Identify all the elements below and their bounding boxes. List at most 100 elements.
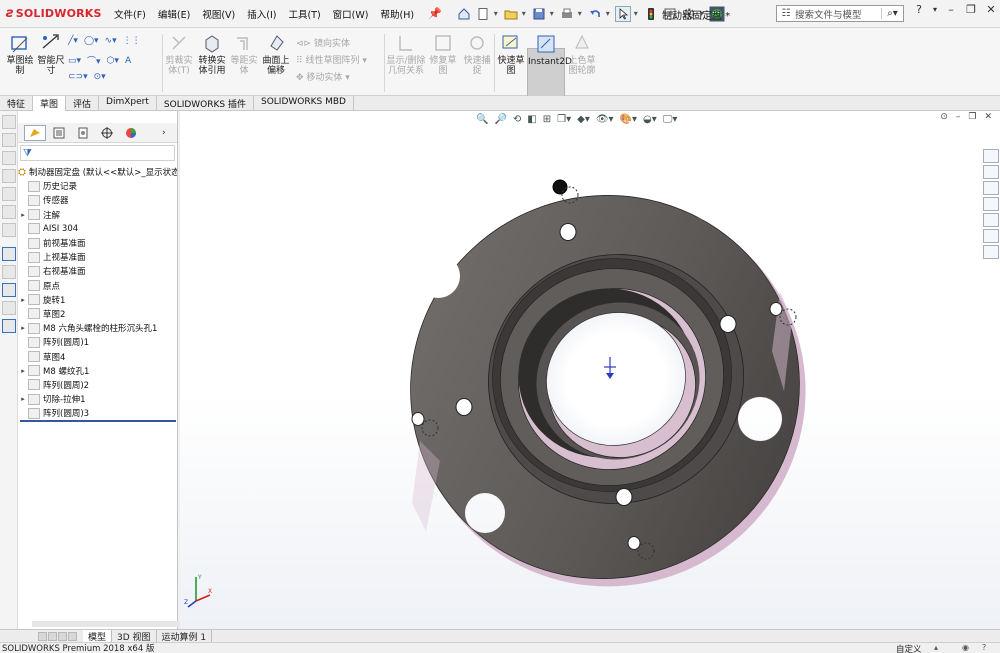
next-tab-icon[interactable]	[58, 631, 67, 641]
menu-insert[interactable]: 插入(I)	[241, 7, 282, 21]
chevron-down-icon[interactable]: ▾	[494, 9, 500, 18]
display-manager-tab-icon[interactable]	[120, 125, 142, 141]
expand-arrow-icon[interactable]: ▸	[18, 211, 28, 219]
relations-button[interactable]: 显示/删除 几何关系	[386, 32, 426, 76]
tree-item[interactable]: 阵列(圆周)2	[18, 378, 177, 392]
expand-arrow-icon[interactable]: ▸	[18, 395, 28, 403]
search-scope-icon[interactable]: ☷	[777, 8, 795, 19]
app-logo[interactable]: ƨ SOLIDWORKS	[0, 6, 108, 21]
last-tab-icon[interactable]	[68, 631, 77, 641]
view-palette-icon[interactable]	[983, 197, 999, 211]
panel-horizontal-scrollbar[interactable]	[32, 621, 182, 627]
search-box[interactable]: ☷ 搜索文件与模型 ⌕▾	[776, 5, 904, 22]
chevron-down-icon[interactable]: ▾	[578, 9, 584, 18]
tree-item[interactable]: 草图4	[18, 349, 177, 363]
graphics-area[interactable]: 🔍 🔎 ⟲ ◧ ⊞ ❒▾ ◆▾ 👁▾ 🎨▾ ◒▾ 🖵▾ ⊙ – ❐ ✕ Y X …	[180, 111, 1000, 629]
strip-tool-icon[interactable]	[2, 301, 16, 315]
line-icon[interactable]: ╱▾	[68, 36, 78, 46]
chevron-down-icon[interactable]: ▾	[932, 5, 938, 14]
forum-icon[interactable]	[983, 245, 999, 259]
repair-sketch-button[interactable]: 修复草 图	[428, 32, 458, 76]
point-icon[interactable]: ⊙▾	[94, 72, 106, 82]
chevron-down-icon[interactable]: ▾	[606, 9, 612, 18]
custom-properties-icon[interactable]	[983, 229, 999, 243]
strip-tool-icon[interactable]	[2, 115, 16, 129]
arc-icon[interactable]: ⌒▾	[87, 54, 101, 67]
mirror-entities-button[interactable]: ⊲⊳ 镜向实体	[296, 36, 350, 49]
tree-filter[interactable]: ⧩	[20, 145, 175, 161]
convert-entities-button[interactable]: 转换实 体引用	[196, 32, 228, 76]
print-icon[interactable]	[559, 6, 575, 22]
strip-tool-icon[interactable]	[2, 223, 16, 237]
strip-tool-icon[interactable]	[2, 187, 16, 201]
home-icon[interactable]	[456, 6, 472, 22]
menu-tools[interactable]: 工具(T)	[282, 7, 326, 21]
tree-item[interactable]: AISI 304	[18, 222, 177, 236]
tree-item[interactable]: 历史记录	[18, 179, 177, 193]
part-model[interactable]	[180, 111, 1000, 629]
tab-model[interactable]: 模型	[83, 629, 113, 643]
tree-root-part[interactable]: ⛭ 制动器固定盘 (默认<<默认>_显示状态	[18, 165, 177, 179]
strip-tool-icon[interactable]	[2, 283, 16, 297]
tree-item[interactable]: 上视基准面	[18, 250, 177, 264]
tree-item[interactable]: 右视基准面	[18, 264, 177, 278]
slot-icon[interactable]: ⊂⊃▾	[68, 72, 88, 82]
tree-item[interactable]: 传感器	[18, 193, 177, 207]
chevron-down-icon[interactable]: ▾	[522, 9, 528, 18]
pin-menu-icon[interactable]: 📌	[428, 7, 442, 20]
tab-sketch[interactable]: 草图	[33, 96, 67, 111]
tab-features[interactable]: 特征	[0, 96, 34, 111]
help-status-icon[interactable]: ?	[982, 643, 986, 652]
close-icon[interactable]: ✕	[984, 3, 998, 16]
expand-arrow-icon[interactable]: ▸	[18, 367, 28, 375]
move-entities-button[interactable]: ✥ 移动实体 ▾	[296, 70, 350, 83]
restore-icon[interactable]: ❐	[964, 3, 978, 16]
tree-item[interactable]: 前视基准面	[18, 236, 177, 250]
rollback-bar[interactable]	[20, 420, 176, 423]
trim-entities-button[interactable]: 剪裁实 体(T)	[164, 32, 194, 76]
tab-addins[interactable]: SOLIDWORKS 插件	[157, 96, 254, 111]
expand-arrow-icon[interactable]: ▸	[18, 296, 28, 304]
strip-tool-icon[interactable]	[2, 151, 16, 165]
offset-on-surface-button[interactable]: 曲面上 偏移	[260, 32, 292, 76]
tab-3d-views[interactable]: 3D 视图	[112, 629, 157, 643]
minimize-icon[interactable]: –	[944, 3, 958, 16]
tree-item[interactable]: 草图2	[18, 307, 177, 321]
menu-view[interactable]: 视图(V)	[196, 7, 241, 21]
strip-tool-icon[interactable]	[2, 265, 16, 279]
configuration-manager-tab-icon[interactable]	[72, 125, 94, 141]
file-explorer-icon[interactable]	[983, 181, 999, 195]
tree-item[interactable]: ▸ M8 螺纹孔1	[18, 364, 177, 378]
strip-tool-icon[interactable]	[2, 205, 16, 219]
strip-tool-icon[interactable]	[2, 247, 16, 261]
previous-tab-icon[interactable]	[48, 631, 57, 641]
tab-motion-study[interactable]: 运动算例 1	[157, 629, 213, 643]
tab-evaluate[interactable]: 评估	[66, 96, 100, 111]
resources-home-icon[interactable]	[983, 149, 999, 163]
chevron-down-icon[interactable]: ▾	[634, 9, 640, 18]
tree-item[interactable]: ▸ M8 六角头螺栓的柱形沉头孔1	[18, 321, 177, 335]
spline-icon[interactable]: ∿▾	[105, 36, 117, 46]
appearances-icon[interactable]	[983, 213, 999, 227]
strip-tool-icon[interactable]	[2, 133, 16, 147]
unit-system[interactable]: 自定义	[896, 643, 922, 653]
property-manager-tab-icon[interactable]	[48, 125, 70, 141]
tree-item[interactable]: ▸ 注解	[18, 208, 177, 222]
menu-help[interactable]: 帮助(H)	[374, 7, 420, 21]
open-folder-icon[interactable]	[503, 6, 519, 22]
tree-item[interactable]: 阵列(圆周)1	[18, 335, 177, 349]
save-icon[interactable]	[531, 6, 547, 22]
polygon-icon[interactable]: ⬡▾	[107, 56, 119, 66]
smart-dimension-button[interactable]: 智能尺 寸	[36, 32, 66, 76]
undo-icon[interactable]	[587, 6, 603, 22]
strip-tool-icon[interactable]	[2, 169, 16, 183]
menu-file[interactable]: 文件(F)	[108, 7, 152, 21]
tree-item[interactable]: 阵列(圆周)3	[18, 406, 177, 420]
tree-item[interactable]: ▸ 旋转1	[18, 293, 177, 307]
chevron-right-icon[interactable]: ›	[162, 128, 166, 138]
design-library-icon[interactable]	[983, 165, 999, 179]
menu-edit[interactable]: 编辑(E)	[152, 7, 196, 21]
chevron-down-icon[interactable]: ▾	[550, 9, 556, 18]
tree-item[interactable]: ▸ 切除-拉伸1	[18, 392, 177, 406]
offset-entities-button[interactable]: 等距实 体	[228, 32, 260, 76]
